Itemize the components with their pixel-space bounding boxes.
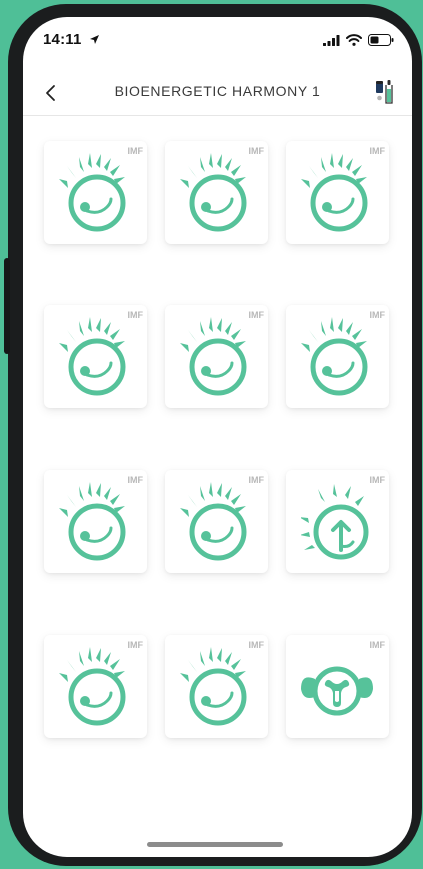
sun-sprout-icon — [59, 315, 131, 399]
device-pair-button[interactable] — [374, 77, 398, 107]
sun-sprout-icon — [59, 480, 131, 564]
program-tile[interactable]: IMF — [286, 470, 389, 573]
program-tile[interactable]: IMF — [165, 635, 268, 738]
phone-side-button — [4, 258, 10, 354]
status-bar: 14:11 — [23, 17, 412, 65]
sun-sprout-icon — [180, 315, 252, 399]
location-arrow-icon — [89, 32, 100, 50]
program-tile[interactable]: IMF — [44, 305, 147, 408]
home-indicator[interactable] — [147, 842, 283, 847]
cellular-signal-icon — [323, 33, 340, 51]
page-title: BIOENERGETIC HARMONY 1 — [114, 83, 321, 99]
nav-bar: BIOENERGETIC HARMONY 1 — [23, 73, 412, 116]
sun-sprout-icon — [59, 151, 131, 235]
app-screen: 14:11 BIOENERGETIC HARMONY 1 IMF IMF IMF… — [23, 17, 412, 857]
program-tile[interactable]: IMF — [165, 470, 268, 573]
sunrise-arrow-icon — [301, 480, 373, 564]
program-tile[interactable]: IMF — [286, 305, 389, 408]
sun-sprout-icon — [180, 480, 252, 564]
device-pair-icon — [376, 80, 393, 104]
program-tile[interactable]: IMF — [44, 141, 147, 244]
program-tile[interactable]: IMF — [165, 141, 268, 244]
sun-sprout-icon — [180, 645, 252, 729]
battery-icon — [368, 33, 394, 51]
program-tile[interactable]: IMF — [286, 635, 389, 738]
program-tile[interactable]: IMF — [165, 305, 268, 408]
sun-sprout-icon — [180, 151, 252, 235]
program-tile[interactable]: IMF — [44, 470, 147, 573]
program-tile[interactable]: IMF — [44, 635, 147, 738]
status-icons — [323, 33, 394, 51]
sun-sprout-icon — [59, 645, 131, 729]
status-time: 14:11 — [43, 31, 82, 48]
wifi-icon — [346, 33, 362, 51]
sun-sprout-icon — [301, 315, 373, 399]
sun-sprout-icon — [301, 151, 373, 235]
program-tile[interactable]: IMF — [286, 141, 389, 244]
uterus-ribbon-icon — [301, 645, 373, 729]
